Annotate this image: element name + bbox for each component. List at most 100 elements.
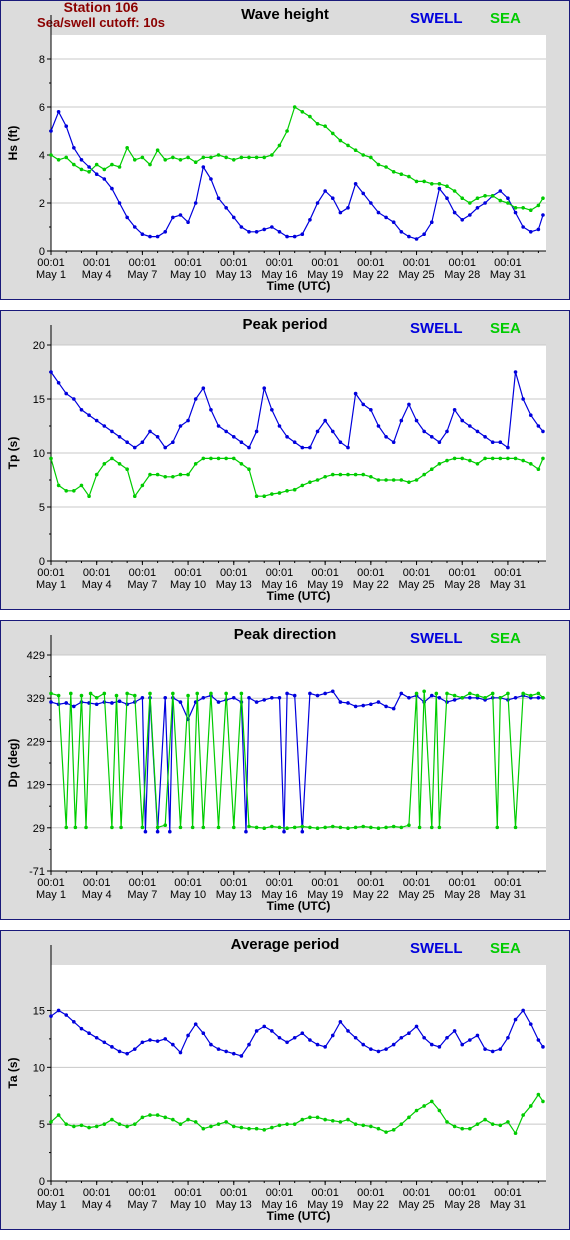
x-tick-date: May 7 (127, 889, 157, 901)
data-point-swell (216, 196, 221, 200)
data-point-swell (117, 1049, 122, 1054)
data-point-sea (155, 825, 160, 830)
data-point-swell (353, 182, 358, 186)
data-point-sea (163, 474, 168, 479)
data-point-swell (468, 1038, 472, 1042)
data-point-swell (216, 424, 221, 428)
plot-area (51, 965, 546, 1181)
data-point-swell (216, 700, 221, 704)
data-point-swell (391, 440, 396, 444)
data-point-sea (315, 1115, 320, 1120)
data-point-sea (79, 693, 84, 698)
data-point-swell (323, 418, 327, 423)
data-point-swell (148, 234, 152, 239)
data-point-sea (49, 456, 53, 461)
data-point-sea (498, 695, 503, 700)
data-point-swell (483, 201, 487, 205)
x-tick-date: May 13 (216, 579, 252, 591)
x-tick-date: May 13 (216, 889, 252, 901)
data-point-sea (475, 196, 480, 200)
data-point-swell (64, 1013, 69, 1017)
data-point-sea (56, 158, 61, 162)
x-tick-date: May 1 (36, 889, 66, 901)
data-point-sea (391, 824, 396, 829)
y-axis-label: Dp (deg) (6, 739, 20, 788)
data-point-swell (407, 402, 411, 407)
data-point-sea (125, 146, 129, 150)
data-point-sea (79, 1123, 84, 1128)
data-point-sea (224, 1120, 228, 1124)
data-point-sea (94, 695, 99, 700)
data-point-sea (437, 825, 442, 830)
data-point-swell (201, 1031, 206, 1036)
data-point-sea (190, 825, 195, 830)
data-point-sea (422, 689, 426, 694)
data-point-swell (282, 829, 286, 834)
data-point-swell (102, 424, 107, 428)
data-point-swell (300, 829, 305, 834)
data-point-swell (541, 429, 545, 434)
data-point-sea (452, 693, 457, 698)
data-point-sea (148, 691, 152, 696)
data-point-sea (300, 483, 305, 488)
x-tick-time: 00:01 (448, 1187, 476, 1199)
x-tick-time: 00:01 (174, 1187, 202, 1199)
data-point-sea (506, 691, 510, 696)
data-point-sea (201, 1126, 206, 1131)
wave-height-panel: Station 106 Sea/swell cutoff: 10s Wave h… (0, 0, 570, 300)
x-tick-time: 00:01 (37, 567, 65, 579)
data-point-swell (506, 1035, 510, 1040)
data-point-sea (117, 165, 122, 169)
x-axis-label: Time (UTC) (267, 899, 331, 913)
data-point-sea (528, 208, 533, 212)
data-point-swell (64, 701, 69, 705)
data-point-swell (209, 177, 213, 181)
data-point-sea (323, 474, 327, 479)
data-point-swell (285, 435, 289, 439)
data-point-sea (140, 1115, 145, 1120)
data-point-sea (353, 148, 358, 152)
data-point-swell (262, 386, 267, 390)
data-point-swell (399, 230, 404, 234)
data-point-sea (56, 483, 61, 488)
data-point-sea (308, 480, 312, 484)
data-point-sea (186, 472, 190, 477)
x-tick-time: 00:01 (220, 877, 248, 889)
data-point-sea (110, 825, 114, 830)
x-tick-date: May 4 (82, 269, 112, 281)
y-axis-label: Hs (ft) (6, 126, 20, 161)
data-point-sea (270, 153, 274, 157)
data-point-sea (247, 467, 251, 471)
data-point-sea (384, 165, 388, 169)
x-tick-date: May 28 (444, 1199, 480, 1211)
data-point-sea (178, 472, 183, 477)
data-point-swell (498, 440, 503, 444)
data-point-sea (498, 198, 503, 203)
data-point-sea (155, 1113, 160, 1117)
data-point-sea (292, 487, 297, 492)
x-tick-date: May 4 (82, 1199, 112, 1211)
data-point-sea (391, 478, 396, 482)
data-point-swell (49, 370, 53, 374)
data-point-swell (376, 210, 381, 215)
data-point-sea (262, 826, 267, 831)
data-point-swell (468, 695, 472, 700)
data-point-sea (528, 462, 533, 466)
data-point-sea (79, 483, 84, 488)
data-point-swell (338, 1020, 343, 1024)
data-point-swell (445, 196, 449, 200)
data-point-swell (369, 408, 373, 412)
data-point-swell (407, 695, 411, 700)
y-tick-label: 2 (39, 198, 45, 210)
data-point-swell (361, 191, 366, 196)
data-point-swell (460, 1042, 465, 1047)
data-point-sea (49, 691, 53, 696)
data-point-sea (239, 1125, 244, 1130)
data-point-swell (224, 206, 228, 210)
data-point-sea (407, 174, 411, 179)
data-point-sea (300, 110, 305, 114)
data-point-swell (244, 829, 248, 834)
data-point-sea (338, 472, 343, 477)
data-point-sea (277, 1123, 282, 1128)
data-point-sea (521, 206, 525, 210)
